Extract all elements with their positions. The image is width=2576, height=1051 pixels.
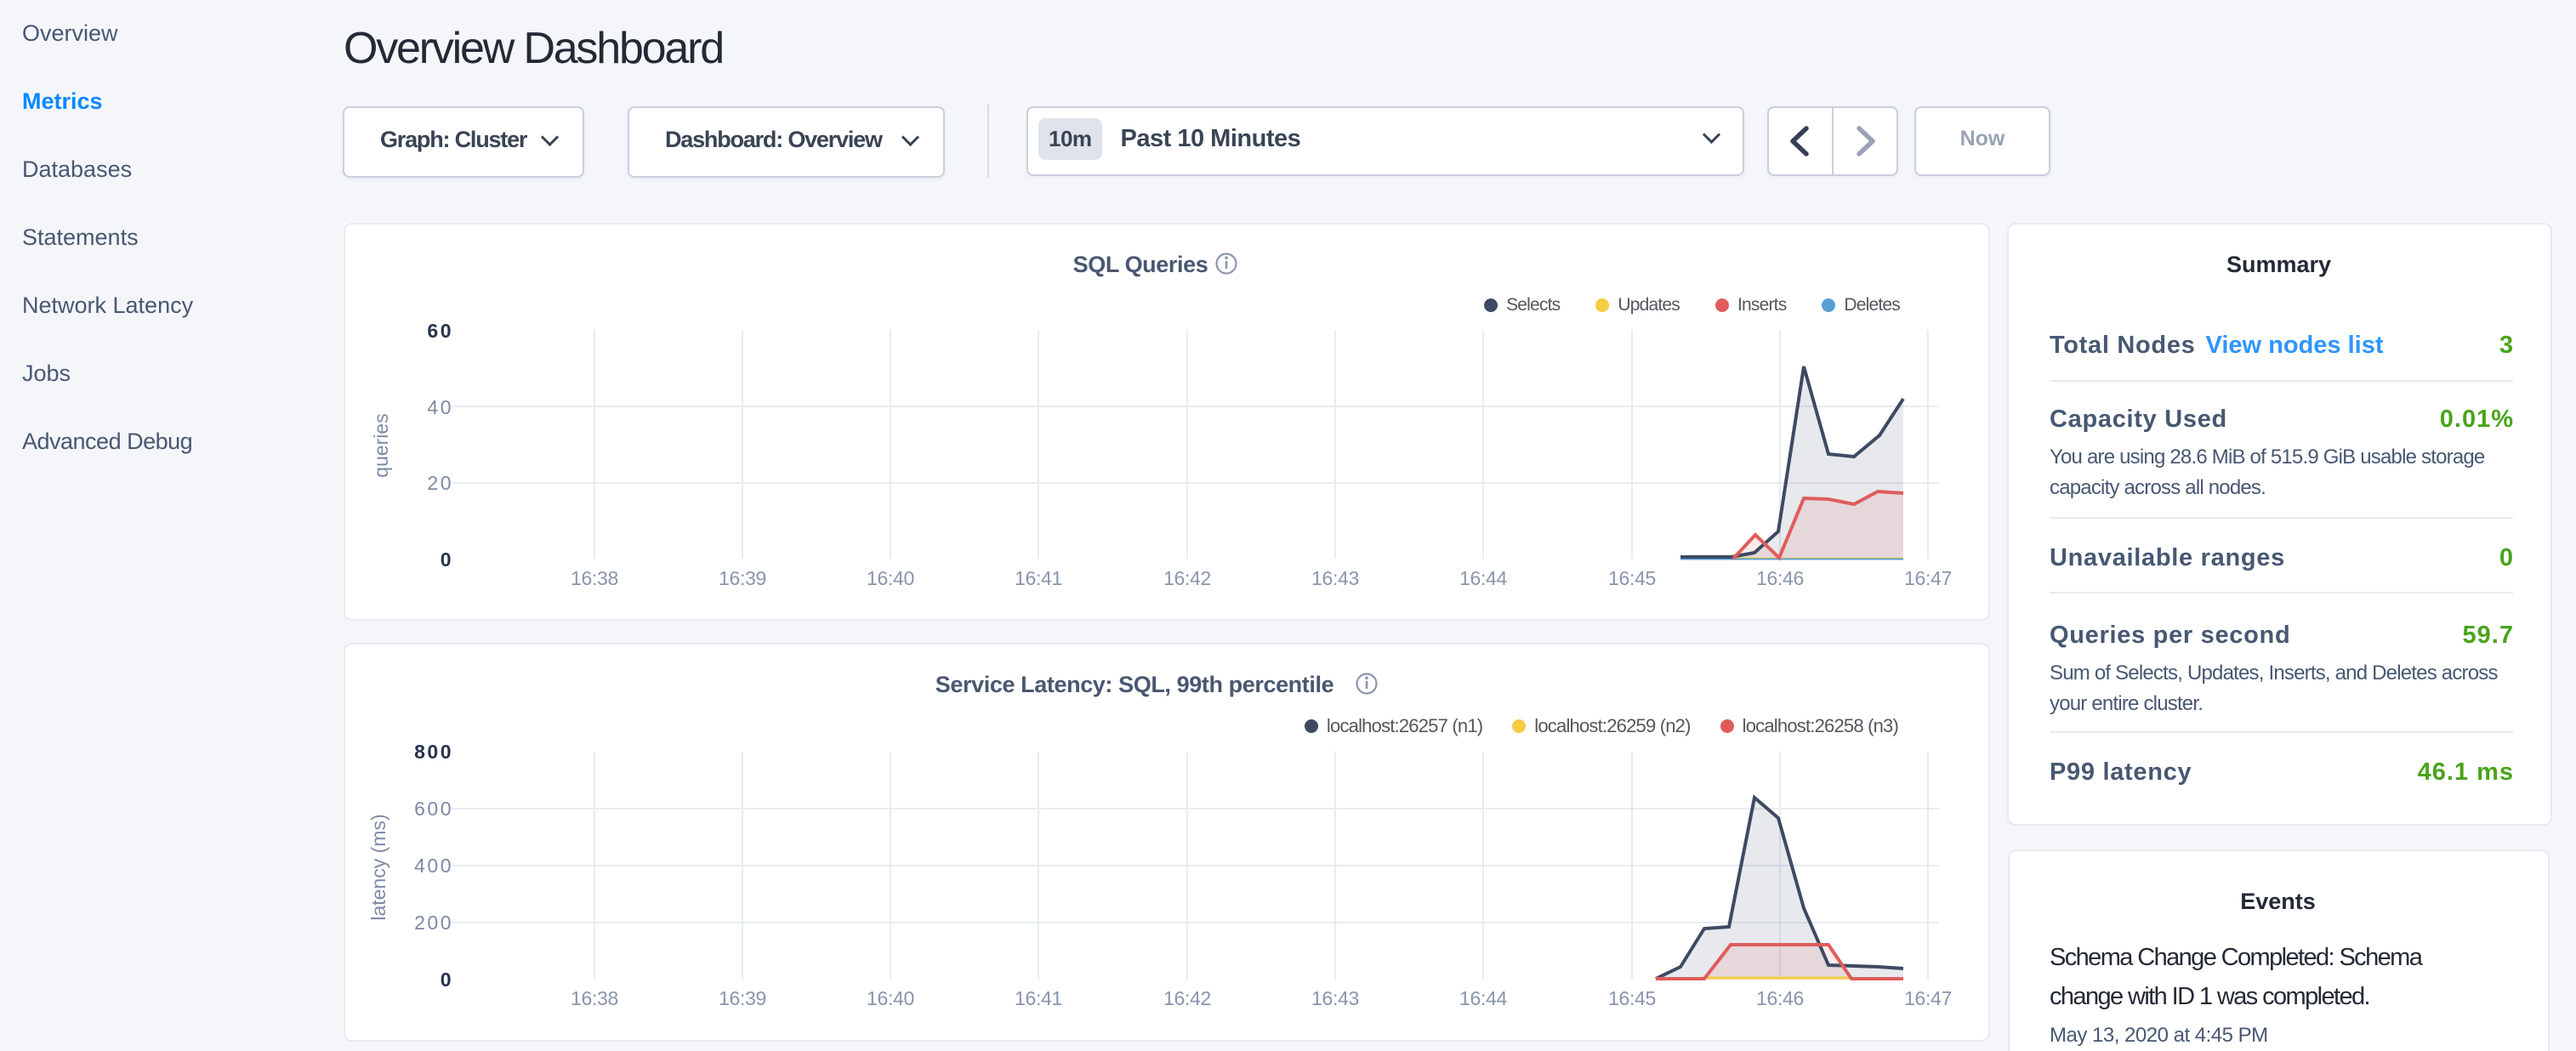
svg-text:16:38: 16:38 [571,987,618,1009]
svg-text:60: 60 [427,320,453,342]
svg-text:800: 800 [414,741,453,763]
svg-text:600: 600 [414,798,453,820]
svg-text:Service Latency: SQL, 99th per: Service Latency: SQL, 99th percentile [935,672,1334,697]
svg-text:16:43: 16:43 [1311,987,1359,1009]
svg-text:200: 200 [414,912,453,934]
svg-text:16:47: 16:47 [1904,567,1952,589]
svg-text:16:45: 16:45 [1608,987,1656,1009]
svg-text:16:43: 16:43 [1311,567,1359,589]
svg-text:16:40: 16:40 [867,987,914,1009]
svg-text:16:39: 16:39 [719,567,766,589]
svg-text:16:44: 16:44 [1459,567,1508,589]
svg-text:16:47: 16:47 [1904,987,1952,1009]
svg-text:16:42: 16:42 [1163,567,1211,589]
svg-text:16:40: 16:40 [867,567,914,589]
svg-text:16:41: 16:41 [1015,567,1062,589]
svg-text:0: 0 [441,548,453,571]
svg-text:16:46: 16:46 [1756,987,1804,1009]
svg-text:SQL Queries: SQL Queries [1073,252,1208,277]
svg-text:0: 0 [441,969,453,991]
svg-text:latency (ms): latency (ms) [367,814,390,920]
svg-text:20: 20 [427,472,453,494]
svg-text:16:42: 16:42 [1163,987,1211,1009]
svg-text:16:46: 16:46 [1756,567,1804,589]
svg-text:40: 40 [427,396,453,418]
svg-text:16:39: 16:39 [719,987,766,1009]
svg-text:16:44: 16:44 [1459,987,1508,1009]
svg-text:16:41: 16:41 [1015,987,1062,1009]
svg-text:16:45: 16:45 [1608,567,1656,589]
svg-text:400: 400 [414,855,453,877]
svg-text:queries: queries [370,413,392,477]
svg-text:16:38: 16:38 [571,567,618,589]
